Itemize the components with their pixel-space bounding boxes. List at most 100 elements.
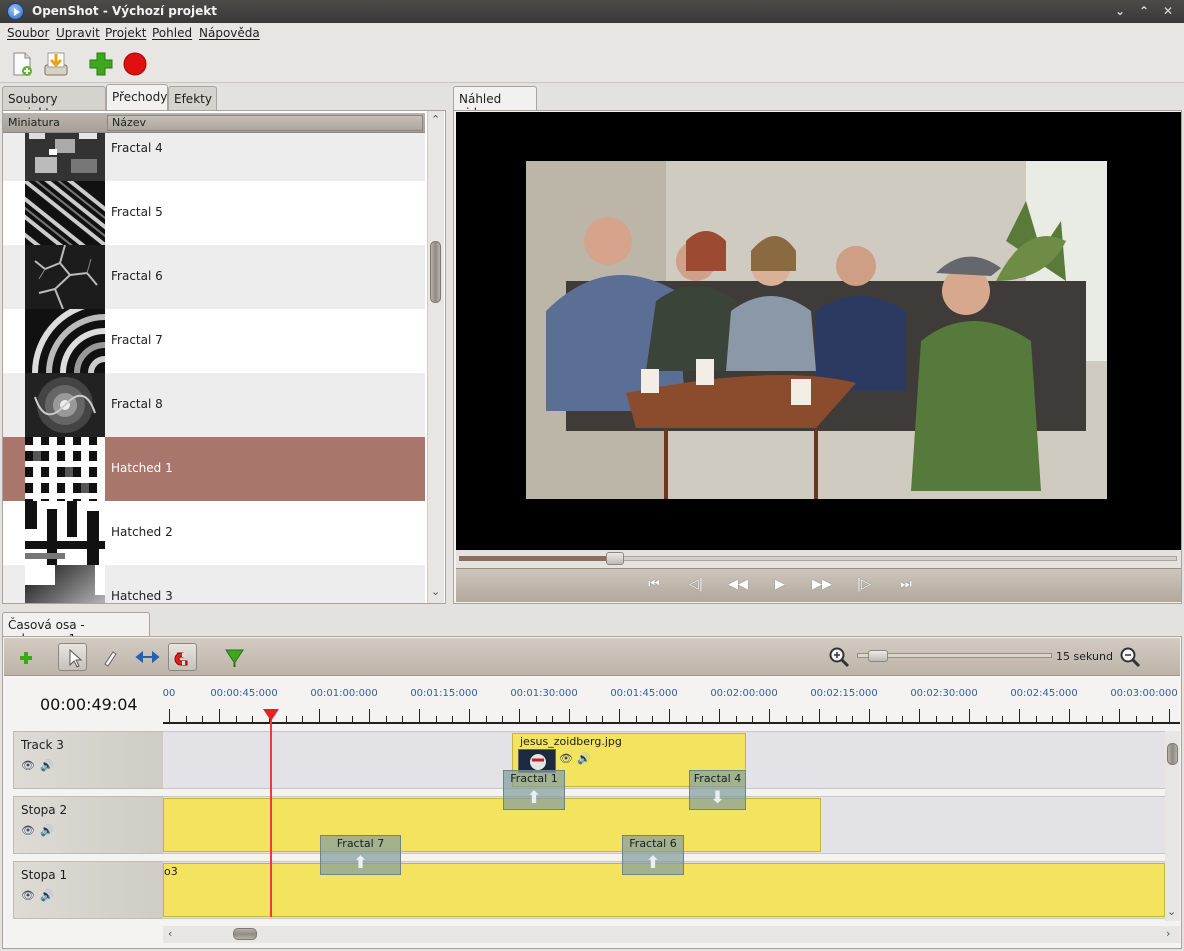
scrubber-handle[interactable]: [605, 552, 624, 565]
ruler-label: 00:01:30:000: [510, 688, 578, 699]
add-clip-button[interactable]: [87, 50, 115, 78]
transition-thumbnail: [25, 373, 105, 437]
speaker-icon[interactable]: 🔊: [40, 824, 54, 837]
ruler-tick: [619, 709, 620, 723]
eye-icon[interactable]: 👁: [21, 759, 35, 772]
scroll-down-icon[interactable]: ⌄: [431, 585, 440, 598]
playback-scrubber[interactable]: [456, 550, 1181, 568]
list-item[interactable]: Fractal 5: [3, 159, 425, 277]
column-name-header[interactable]: [107, 115, 423, 131]
timeline-transition[interactable]: Fractal 4 ⬇: [689, 770, 746, 810]
ruler-tick: [1169, 709, 1170, 723]
add-icon: [89, 52, 113, 76]
maximize-button[interactable]: ⌃: [1135, 3, 1153, 20]
scrollbar-thumb[interactable]: [233, 928, 257, 940]
list-item[interactable]: Fractal 8: [3, 373, 425, 437]
menu-pohled[interactable]: Pohled: [152, 26, 192, 40]
ruler-label: 00:02:15:000: [810, 688, 878, 699]
marker-tool-button[interactable]: [220, 643, 249, 671]
scroll-right-icon[interactable]: ›: [1166, 927, 1170, 940]
speaker-icon[interactable]: 🔊: [577, 752, 591, 765]
eye-icon[interactable]: 👁: [21, 889, 35, 902]
list-item[interactable]: Fractal 7: [3, 300, 425, 446]
scroll-left-icon[interactable]: ‹: [168, 927, 172, 940]
razor-tool-button[interactable]: [96, 643, 125, 671]
tab-prechody[interactable]: Přechody: [106, 84, 168, 110]
arrow-up-icon: ⬆: [526, 788, 542, 808]
import-files-button[interactable]: [42, 50, 70, 78]
add-track-button[interactable]: [12, 643, 41, 671]
fast-forward-button[interactable]: ▶▶: [811, 577, 833, 593]
jump-start-button[interactable]: ⏮: [643, 577, 665, 593]
scrollbar-thumb[interactable]: [1167, 743, 1178, 765]
add-track-icon: [20, 652, 32, 664]
zoom-in-button[interactable]: [828, 646, 850, 668]
timeline-transition[interactable]: Fractal 6 ⬆: [622, 835, 684, 875]
current-timecode: 00:00:49:04: [40, 695, 138, 714]
ruler-tick: [869, 709, 870, 723]
menu-projekt[interactable]: Projekt: [105, 26, 146, 40]
ruler-tick: [1069, 709, 1070, 723]
list-item-selected[interactable]: Hatched 1: [3, 437, 425, 501]
list-item[interactable]: Hatched 3: [3, 565, 425, 603]
menu-napoveda[interactable]: Nápověda: [199, 26, 260, 40]
column-thumbnail[interactable]: Miniatura: [8, 116, 60, 129]
select-tool-button[interactable]: [58, 643, 87, 671]
transition-label: Fractal 1: [510, 772, 558, 785]
next-frame-button[interactable]: |▷: [853, 577, 875, 593]
eye-icon[interactable]: 👁: [559, 752, 573, 765]
timeline-vertical-scrollbar[interactable]: ⌄: [1165, 731, 1180, 921]
record-button[interactable]: [121, 50, 149, 78]
track-header[interactable]: Stopa 2 👁 🔊: [13, 796, 163, 854]
tab-casova-osa[interactable]: Časová osa - sekvence 1: [2, 612, 150, 646]
speaker-icon[interactable]: 🔊: [40, 889, 54, 902]
close-button[interactable]: ✕: [1159, 3, 1177, 20]
speaker-icon[interactable]: 🔊: [40, 759, 54, 772]
ruler-tick: [1019, 709, 1020, 723]
new-project-button[interactable]: [8, 50, 36, 78]
scroll-down-icon[interactable]: ⌄: [1167, 905, 1176, 918]
timeline-transition[interactable]: Fractal 7 ⬆: [320, 835, 401, 875]
tab-soubory-projektu[interactable]: Soubory projektu: [2, 86, 106, 120]
tab-nahled-videa[interactable]: Náhled videa: [453, 86, 537, 120]
list-scrollbar[interactable]: ⌃ ⌄: [427, 111, 444, 603]
eye-icon[interactable]: 👁: [21, 824, 35, 837]
zoom-out-icon: [1120, 647, 1141, 668]
record-icon: [123, 52, 147, 76]
playhead-line[interactable]: [270, 712, 272, 917]
ruler-label: 00:01:15:000: [410, 688, 478, 699]
timeline-horizontal-scrollbar[interactable]: ‹ ›: [163, 926, 1180, 943]
menu-upravit[interactable]: Upravit: [56, 26, 100, 40]
list-item[interactable]: Fractal 4: [3, 133, 425, 181]
ruler-tick: [769, 709, 770, 723]
ruler-tick: [569, 709, 570, 723]
scrollbar-thumb[interactable]: [430, 241, 441, 303]
video-frame: [526, 161, 1107, 499]
menu-soubor[interactable]: Soubor: [7, 26, 49, 40]
scroll-up-icon[interactable]: ⌃: [431, 113, 440, 126]
jump-end-button[interactable]: ⏭: [895, 577, 917, 593]
menu-bar: Soubor Upravit Projekt Pohled Nápověda: [0, 23, 1184, 45]
resize-tool-button[interactable]: [133, 643, 162, 671]
snap-tool-button[interactable]: [168, 643, 197, 671]
time-ruler[interactable]: 00 00:00:45:000 00:01:00:000 00:01:15:00…: [163, 680, 1180, 725]
transition-thumbnail: [25, 501, 105, 565]
transition-name: Fractal 8: [111, 397, 163, 411]
zoom-slider-handle[interactable]: [868, 650, 888, 662]
list-item[interactable]: Fractal 6: [3, 244, 425, 310]
list-item[interactable]: Hatched 2: [3, 501, 425, 565]
transition-name: Hatched 2: [111, 525, 173, 539]
zoom-out-button[interactable]: [1119, 646, 1141, 668]
rewind-button[interactable]: ◀◀: [727, 577, 749, 593]
ruler-tick: [469, 709, 470, 723]
timeline-transition[interactable]: Fractal 1 ⬆: [503, 770, 565, 810]
minimize-button[interactable]: ⌄: [1111, 3, 1129, 20]
ruler-tick: [969, 709, 970, 723]
playhead-marker[interactable]: [263, 709, 279, 721]
play-button[interactable]: ▶: [769, 577, 791, 593]
track-header[interactable]: Track 3 👁 🔊: [13, 731, 163, 789]
prev-frame-button[interactable]: ◁|: [685, 577, 707, 593]
tab-efekty[interactable]: Efekty: [168, 86, 217, 110]
ruler-label: 00:00:45:000: [210, 688, 278, 699]
track-header[interactable]: Stopa 1 👁 🔊: [13, 861, 163, 919]
